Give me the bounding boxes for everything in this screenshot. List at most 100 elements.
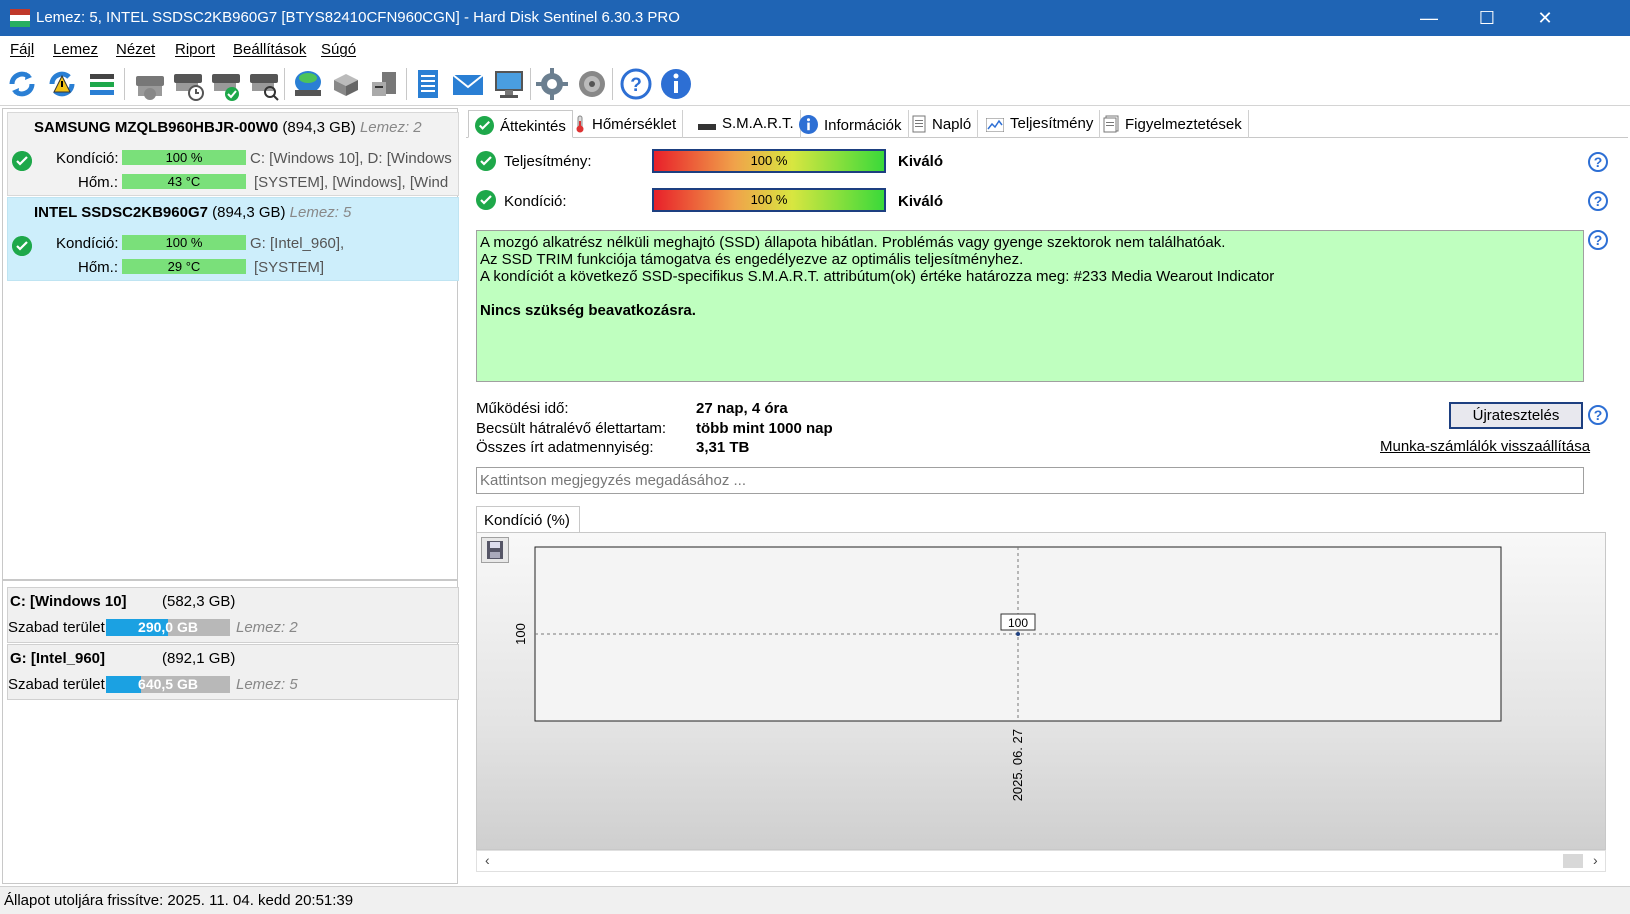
written-value: 3,31 TB: [696, 439, 750, 456]
performance-chart-icon: [986, 118, 1004, 132]
scroll-thumb[interactable]: [1563, 854, 1583, 868]
app-icon: [10, 9, 30, 27]
email-icon[interactable]: [450, 66, 486, 102]
disk-list-panel: SAMSUNG MZQLB960HBJR-00W0 (894,3 GB) Lem…: [2, 108, 459, 884]
help-icon[interactable]: ?: [1588, 191, 1608, 211]
refresh-warning-icon[interactable]: [44, 66, 80, 102]
free-space-bar: 640,5 GB: [106, 676, 230, 693]
ok-check-icon: [12, 236, 32, 256]
disk-schedule-icon[interactable]: [170, 66, 206, 102]
description-line: A kondíciót a következő SSD-specifikus S…: [480, 268, 1275, 285]
partitions-line2: [SYSTEM], [Windows], [Wind: [254, 174, 449, 191]
drive-block-c[interactable]: C: [Windows 10] (582,3 GB) Szabad terüle…: [7, 587, 459, 643]
disk-size: (894,3 GB): [212, 204, 286, 221]
status-text: Állapot utoljára frissítve: 2025. 11. 04…: [4, 892, 354, 909]
condition-label: Kondíció:: [504, 193, 567, 210]
ok-check-icon: [12, 151, 32, 171]
network-disk-icon[interactable]: [328, 66, 364, 102]
written-label: Összes írt adatmennyiség:: [476, 439, 654, 456]
tab-smart[interactable]: S.M.A.R.T.: [692, 110, 801, 138]
info-icon: [799, 115, 818, 134]
menu-view[interactable]: Nézet: [116, 41, 155, 58]
temperature-label: Hőm.:: [78, 174, 119, 191]
disk-name: INTEL SSDSC2KB960G7: [34, 204, 208, 221]
scroll-left-icon[interactable]: ‹: [485, 852, 490, 868]
tab-temperature[interactable]: Hőmérséklet: [568, 110, 684, 138]
tab-alerts[interactable]: Figyelmeztetések: [1097, 110, 1249, 138]
drive-disk-number: Lemez: 5: [236, 676, 298, 693]
network-monitor-icon[interactable]: [490, 66, 526, 102]
help-icon[interactable]: ?: [1588, 405, 1608, 425]
description-line: A mozgó alkatrész nélküli meghajtó (SSD)…: [480, 234, 1226, 251]
y-tick-label: 100: [513, 623, 528, 645]
minimize-button[interactable]: —: [1400, 0, 1458, 36]
ok-check-icon: [476, 190, 496, 210]
condition-chart: 2025. 06. 27 100 100: [476, 532, 1606, 850]
data-point: [1016, 632, 1020, 636]
settings-icon[interactable]: [534, 66, 570, 102]
refresh-icon[interactable]: [4, 66, 40, 102]
retest-button[interactable]: Újratesztelés: [1449, 402, 1583, 429]
alerts-document-icon: [1103, 115, 1119, 133]
disk-card-intel[interactable]: INTEL SSDSC2KB960G7 (894,3 GB) Lemez: 5 …: [7, 197, 459, 281]
scroll-right-icon[interactable]: ›: [1593, 852, 1598, 868]
menu-settings[interactable]: Beállítások: [233, 41, 306, 58]
help-icon[interactable]: ?: [1588, 152, 1608, 172]
partitions-line2: [SYSTEM]: [254, 259, 325, 276]
svg-text:?: ?: [630, 75, 642, 96]
maximize-button[interactable]: ☐: [1458, 0, 1516, 36]
menu-help[interactable]: Súgó: [321, 41, 356, 58]
temperature-bar: 29 °C: [122, 259, 246, 274]
drive-name: C: [Windows 10]: [10, 593, 127, 610]
menu-report[interactable]: Riport: [175, 41, 215, 58]
tab-information[interactable]: Információk: [793, 110, 909, 138]
temperature-bar: 43 °C: [122, 174, 246, 189]
disk-check-icon[interactable]: [208, 66, 244, 102]
condition-bar: 100 %: [122, 235, 246, 250]
title-bar: Lemez: 5, INTEL SSDSC2KB960G7 [BTYS82410…: [0, 0, 1630, 36]
server-disk-icon[interactable]: [366, 66, 402, 102]
disk-search-icon[interactable]: [246, 66, 282, 102]
close-button[interactable]: ✕: [1516, 0, 1574, 36]
x-tick-label: 2025. 06. 27: [1010, 729, 1025, 801]
partitions-line1: C: [Windows 10], D: [Windows: [250, 150, 452, 167]
description-conclusion: Nincs szükség beavatkozásra.: [480, 302, 696, 319]
tab-overview[interactable]: Áttekintés: [468, 110, 573, 138]
uptime-value: 27 nap, 4 óra: [696, 400, 788, 417]
help-icon[interactable]: ?: [618, 66, 654, 102]
condition-bar: 100 %: [652, 188, 886, 212]
surface-test-icon[interactable]: [290, 66, 326, 102]
report-icon[interactable]: [410, 66, 446, 102]
sound-icon[interactable]: [574, 66, 610, 102]
disk-list-icon[interactable]: [84, 66, 120, 102]
disk-icon[interactable]: [132, 66, 168, 102]
lifetime-label: Becsült hátralévő élettartam:: [476, 420, 667, 437]
info-icon[interactable]: [658, 66, 694, 102]
disk-card-samsung[interactable]: SAMSUNG MZQLB960HBJR-00W0 (894,3 GB) Lem…: [7, 112, 459, 196]
free-space-bar: 290,0 GB: [106, 619, 230, 636]
tab-log[interactable]: Napló: [906, 110, 979, 138]
drive-block-g[interactable]: G: [Intel_960] (892,1 GB) Szabad terület…: [7, 644, 459, 700]
help-icon[interactable]: ?: [1588, 230, 1608, 250]
description-line: Az SSD TRIM funkciója támogatva és enged…: [480, 251, 1024, 268]
tab-bar: Áttekintés Hőmérséklet S.M.A.R.T. Inform…: [466, 110, 1628, 138]
tab-performance[interactable]: Teljesítmény: [980, 110, 1101, 138]
performance-label: Teljesítmény:: [504, 153, 592, 170]
note-input[interactable]: Kattintson megjegyzés megadásához ...: [476, 467, 1584, 494]
reset-counters-link[interactable]: Munka-számlálók visszaállítása: [1380, 438, 1590, 455]
uptime-label: Működési idő:: [476, 400, 569, 417]
chart-tab-condition[interactable]: Kondíció (%): [476, 506, 580, 533]
free-space-value: 290,0 GB: [138, 619, 198, 635]
panel-divider: [3, 579, 457, 581]
chart-plot: 2025. 06. 27 100 100: [513, 546, 1502, 801]
menu-bar: Fájl Lemez Nézet Riport Beállítások Súgó: [0, 36, 1630, 62]
lifetime-value: több mint 1000 nap: [696, 420, 833, 437]
menu-file[interactable]: Fájl: [10, 41, 34, 58]
free-space-value: 640,5 GB: [138, 676, 198, 692]
performance-rating: Kiváló: [898, 153, 944, 170]
partitions-line1: G: [Intel_960],: [250, 235, 345, 252]
smart-disk-icon: [698, 124, 716, 130]
menu-disk[interactable]: Lemez: [53, 41, 98, 58]
chart-scrollbar[interactable]: ‹ ›: [476, 850, 1606, 872]
document-icon: [912, 115, 926, 133]
